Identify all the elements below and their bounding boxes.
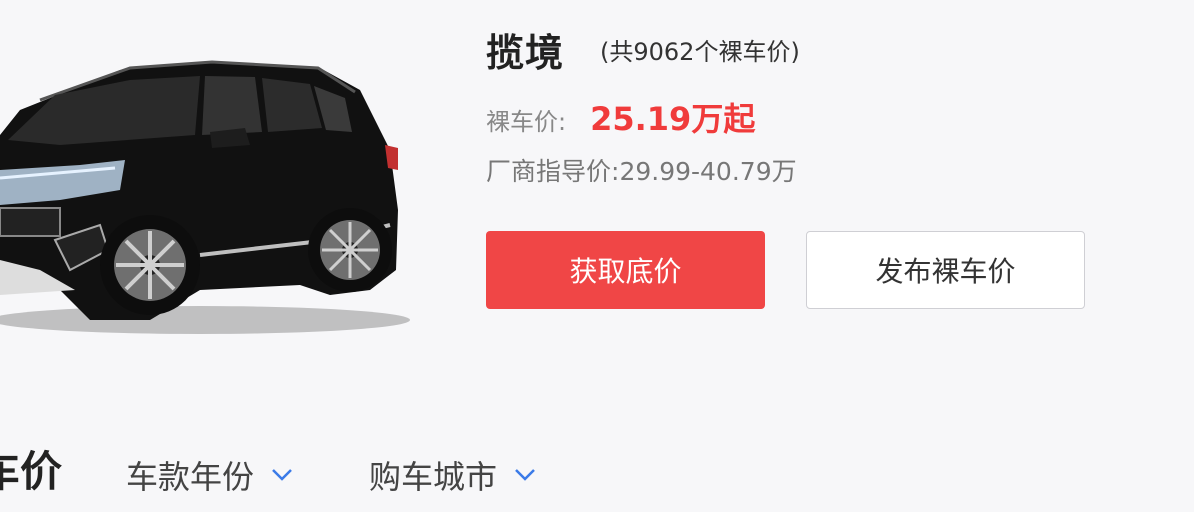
city-filter-dropdown[interactable]: 购车城市 [369,452,537,498]
chevron-down-icon [515,469,535,481]
get-lowest-price-button[interactable]: 获取底价 [486,231,765,309]
guide-price-value: 29.99-40.79万 [619,157,797,186]
car-image[interactable] [0,40,410,340]
car-price-page: 揽境 (共9062个裸车价) 裸车价: 25.19万起 厂商指导价:29.99-… [0,0,1194,512]
city-filter-label: 购车城市 [369,458,498,496]
naked-price-row: 裸车价: 25.19万起 [486,94,755,140]
section-title: 车价 [0,447,63,496]
year-filter-dropdown[interactable]: 车款年份 [126,452,294,498]
naked-price-value: 25.19万起 [590,100,756,138]
year-filter-label: 车款年份 [126,458,255,496]
naked-price-label: 裸车价: [486,108,567,136]
guide-price-row: 厂商指导价:29.99-40.79万 [486,152,797,188]
chevron-down-icon [272,469,292,481]
suv-image [0,60,410,334]
publish-naked-price-button[interactable]: 发布裸车价 [806,231,1085,309]
model-name: 揽境 [486,31,565,75]
price-count: (共9062个裸车价) [600,38,800,66]
guide-price-label: 厂商指导价: [486,157,620,186]
